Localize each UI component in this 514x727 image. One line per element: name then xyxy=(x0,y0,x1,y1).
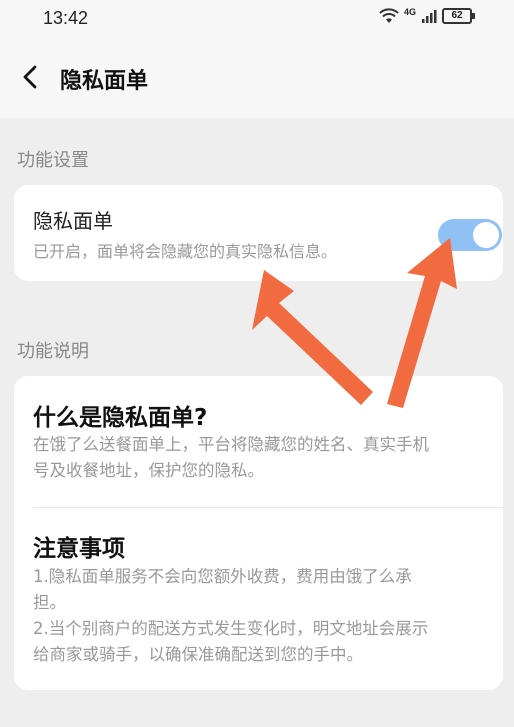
what-is-line: 在饿了么送餐面单上，平台将隐藏您的姓名、真实手机 xyxy=(33,435,429,454)
notice-line: 担。 xyxy=(33,593,66,612)
setting-title: 隐私面单 xyxy=(33,209,113,233)
what-is-text: 在饿了么送餐面单上，平台将隐藏您的姓名、真实手机 号及收餐地址，保护您的隐私。 xyxy=(33,432,493,484)
notice-text: 1.隐私面单服务不会向您额外收费，费用由饿了么承 担。 2.当个别商户的配送方式… xyxy=(33,564,493,668)
status-icons: 4G 62 xyxy=(379,7,475,24)
notice-title: 注意事项 xyxy=(33,536,125,562)
status-time: 13:42 xyxy=(43,8,89,28)
status-bar: 13:42 4G 62 xyxy=(0,0,514,36)
toggle-knob xyxy=(473,222,499,248)
back-arrow-icon[interactable] xyxy=(18,62,42,92)
privacy-waybill-toggle[interactable] xyxy=(438,219,502,251)
nav-bar: 隐私面单 xyxy=(0,36,514,118)
battery-icon: 62 xyxy=(442,8,475,24)
section-label-info: 功能说明 xyxy=(17,341,89,362)
setting-description: 已开启，面单将会隐藏您的真实隐私信息。 xyxy=(33,242,338,261)
privacy-waybill-setting-card: 隐私面单 已开启，面单将会隐藏您的真实隐私信息。 xyxy=(14,185,503,281)
what-is-line: 号及收餐地址，保护您的隐私。 xyxy=(33,461,264,480)
section-label-settings: 功能设置 xyxy=(17,150,89,171)
signal-icon xyxy=(422,10,437,23)
notice-line: 给商家或骑手，以确保准确配送到您的手中。 xyxy=(33,645,363,664)
wifi-icon xyxy=(379,8,399,23)
info-card: 什么是隐私面单? 在饿了么送餐面单上，平台将隐藏您的姓名、真实手机 号及收餐地址… xyxy=(14,376,503,690)
notice-line: 2.当个别商户的配送方式发生变化时，明文地址会展示 xyxy=(33,619,429,638)
what-is-title: 什么是隐私面单? xyxy=(33,405,208,431)
page-title: 隐私面单 xyxy=(60,69,149,94)
notice-line: 1.隐私面单服务不会向您额外收费，费用由饿了么承 xyxy=(33,567,412,586)
divider xyxy=(33,507,503,508)
network-label: 4G xyxy=(403,7,416,17)
